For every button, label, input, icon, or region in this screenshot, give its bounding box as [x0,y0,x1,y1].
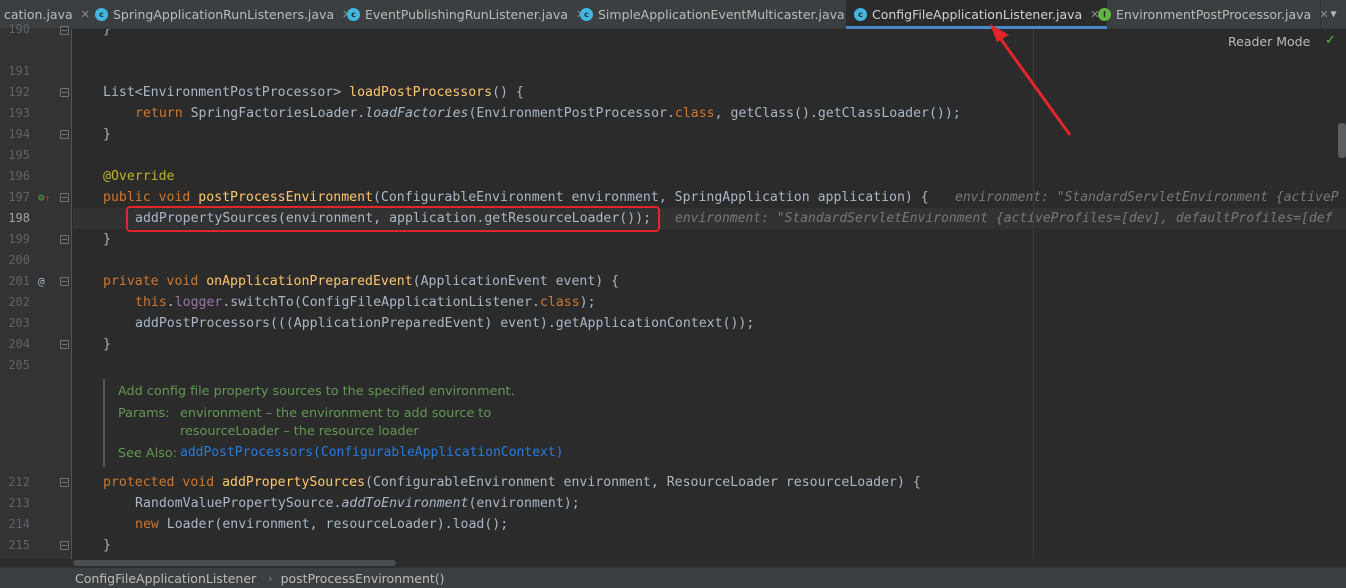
line-number: 201 [8,274,30,288]
code-line: protected void addPropertySources(Config… [103,475,921,490]
javadoc-param: resourceLoader – the resource loader [180,424,419,439]
code-line: return SpringFactoriesLoader.loadFactori… [135,106,961,121]
line-number: 212 [8,475,30,489]
line-number: 196 [8,169,30,183]
tab-environment-post-processor[interactable]: I EnvironmentPostProcessor.java ✕ [1098,0,1328,29]
line-number: 213 [8,496,30,510]
line-number: 195 [8,148,30,162]
debug-inline-value: environment: "StandardServletEnvironment… [675,211,1333,226]
tab-label: SimpleApplicationEventMulticaster.java [598,7,845,22]
override-marker-icon[interactable]: ⊙↑ [38,187,50,208]
line-number: 202 [8,295,30,309]
line-number: 214 [8,517,30,531]
fold-icon[interactable] [60,478,69,487]
javadoc-summary: Add config file property sources to the … [118,384,515,399]
code-line: List<EnvironmentPostProcessor> loadPostP… [103,85,524,100]
close-icon[interactable]: ✕ [81,8,90,21]
javadoc-param: environment – the environment to add sou… [180,406,492,421]
class-icon: c [854,8,867,21]
line-number: 192 [8,85,30,99]
debug-inline-value: environment: "StandardServletEnvironment… [955,190,1339,205]
chevron-right-icon: › [268,571,273,585]
fold-icon[interactable] [60,235,69,244]
code-line: new Loader(environment, resourceLoader).… [135,517,509,532]
class-icon: c [347,8,360,21]
red-highlight-box [126,206,660,232]
javadoc-params-label: Params: [118,406,170,421]
code-line: } [103,29,111,37]
code-line: } [103,127,111,142]
reader-mode-button[interactable]: Reader Mode [1228,34,1310,49]
fold-icon[interactable] [60,193,69,202]
breadcrumb-item-class[interactable]: ConfigFileApplicationListener [75,571,256,586]
code-line: } [103,337,111,352]
class-icon: c [580,8,593,21]
tab-label: EventPublishingRunListener.java [365,7,568,22]
right-margin-guide [1033,29,1034,559]
fold-icon[interactable] [60,26,69,35]
fold-icon[interactable] [60,340,69,349]
interface-icon: I [1098,8,1111,21]
chevron-down-icon[interactable]: ▼ [1320,0,1346,29]
breadcrumb: ConfigFileApplicationListener › postProc… [0,567,1346,588]
line-number: 215 [8,538,30,552]
fold-icon[interactable] [60,541,69,550]
fold-icon[interactable] [60,277,69,286]
line-number: 191 [8,64,30,78]
tab-spring-application-run-listeners[interactable]: c SpringApplicationRunListeners.java ✕ [95,0,351,29]
line-number: 203 [8,316,30,330]
horizontal-scrollbar[interactable] [73,560,396,566]
code-line: addPostProcessors(((ApplicationPreparedE… [135,316,755,331]
breadcrumb-item-method[interactable]: postProcessEnvironment() [281,571,445,586]
fold-icon[interactable] [60,88,69,97]
tab-label: ConfigFileApplicationListener.java [872,7,1083,22]
line-number: 194 [8,127,30,141]
line-number: 200 [8,253,30,267]
vertical-scrollbar[interactable] [1338,123,1346,158]
code-line: } [103,538,111,553]
code-line: RandomValuePropertySource.addToEnvironme… [135,496,580,511]
code-line: this.logger.switchTo(ConfigFileApplicati… [135,295,596,310]
javadoc-see-label: See Also: [118,446,178,461]
usage-marker-icon[interactable]: @ [38,271,45,292]
javadoc-see-link[interactable]: addPostProcessors(ConfigurableApplicatio… [180,445,564,460]
code-line: @Override [103,169,175,184]
line-number: 204 [8,337,30,351]
check-icon[interactable]: ✓ [1325,33,1336,48]
tab-simple-application-event-multicaster[interactable]: c SimpleApplicationEventMulticaster.java… [580,0,862,29]
editor-gutter: 190 191 192 193 194 195 196 197 198 199 … [0,22,72,559]
code-line: } [103,232,111,247]
fold-icon[interactable] [60,130,69,139]
line-number: 199 [8,232,30,246]
line-number: 197 [8,190,30,204]
tab-config-file-application-listener[interactable]: c ConfigFileApplicationListener.java ✕ [846,0,1108,29]
editor-tab-bar: cation.java ✕ c SpringApplicationRunList… [0,0,1346,29]
tab-label: EnvironmentPostProcessor.java [1116,7,1312,22]
tab-label: SpringApplicationRunListeners.java [113,7,335,22]
tab-event-publishing-run-listener[interactable]: c EventPublishingRunListener.java ✕ [347,0,585,29]
line-number: 198 [8,211,30,225]
class-icon: c [95,8,108,21]
code-line: public void postProcessEnvironment(Confi… [103,190,929,205]
code-editor[interactable]: } List<EnvironmentPostProcessor> loadPos… [73,29,1346,559]
javadoc-rendered: Add config file property sources to the … [103,379,803,467]
line-number: 193 [8,106,30,120]
line-number: 190 [8,22,30,36]
line-number: 205 [8,358,30,372]
code-line: private void onApplicationPreparedEvent(… [103,274,620,289]
